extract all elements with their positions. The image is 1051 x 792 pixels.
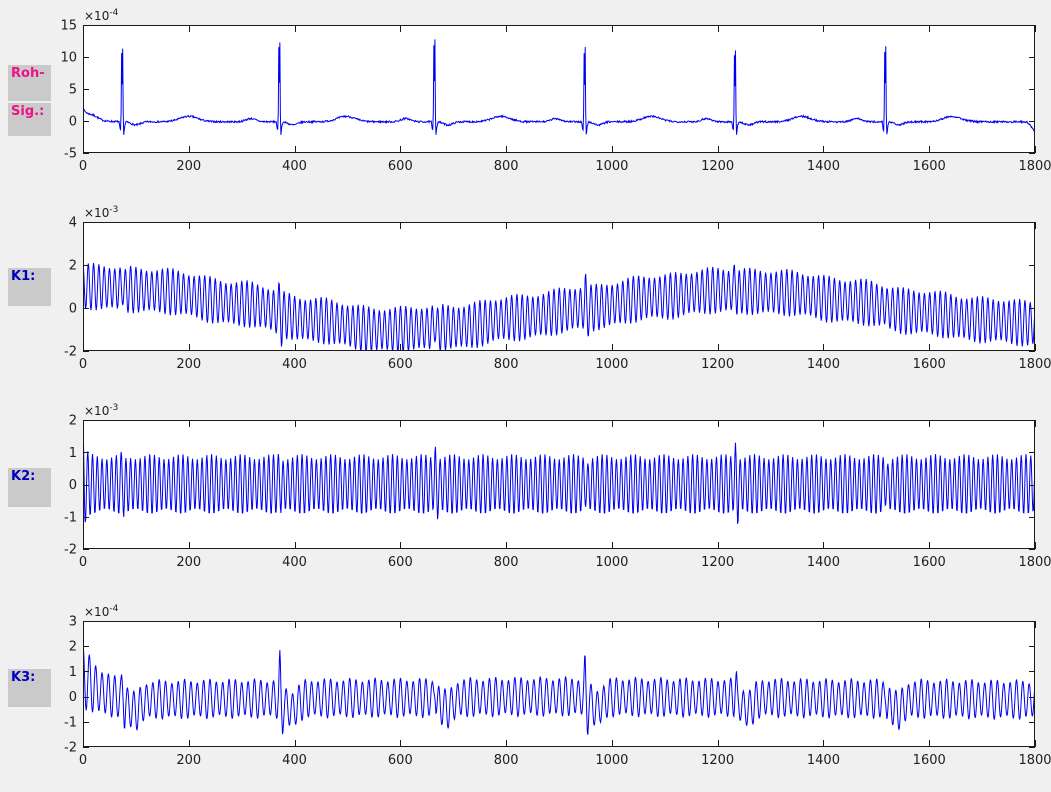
subplot-k1: 020040060080010001200140016001800-2024×1… — [0, 204, 1051, 377]
y-tick-label: 3 — [69, 615, 77, 630]
x-tick-label: 1600 — [913, 555, 946, 570]
x-tick-label: 600 — [388, 753, 413, 768]
x-tick-label: 800 — [494, 555, 519, 570]
x-tick-label: 800 — [494, 753, 519, 768]
x-tick-label: 1600 — [913, 159, 946, 174]
x-tick-label: 1200 — [701, 357, 734, 372]
y-tick-label: -1 — [64, 715, 77, 730]
signal-figure: 020040060080010001200140016001800-505101… — [0, 0, 1051, 792]
y-tick-label: 2 — [69, 640, 77, 655]
x-tick-label: 400 — [282, 357, 307, 372]
y-tick-label: 1 — [69, 446, 77, 461]
x-tick-label: 1000 — [595, 159, 628, 174]
x-tick-label: 0 — [79, 159, 87, 174]
x-tick-label: 1800 — [1018, 555, 1051, 570]
x-tick-label: 1000 — [595, 555, 628, 570]
y-tick-label: 0 — [69, 302, 77, 317]
x-tick-label: 0 — [79, 357, 87, 372]
x-tick-label: 1000 — [595, 357, 628, 372]
x-tick-label: 800 — [494, 357, 519, 372]
x-tick-label: 1800 — [1018, 159, 1051, 174]
k1-plot-canvas: 020040060080010001200140016001800-2024×1… — [0, 204, 1051, 377]
x-tick-label: 600 — [388, 555, 413, 570]
k1-y-axis-exponent: ×10-3 — [84, 205, 118, 220]
x-tick-label: 1200 — [701, 753, 734, 768]
x-tick-label: 200 — [176, 753, 201, 768]
k3-y-tick-labels: -2 -1 0 1 2 3 — [64, 615, 77, 756]
y-tick-label: 0 — [69, 115, 77, 130]
roh-sig-x-tick-labels: 0 200 400 600 800 1000 1200 1400 1600 1800 — [79, 159, 1051, 174]
y-tick-label: 10 — [60, 51, 77, 66]
y-tick-label: 4 — [69, 216, 77, 231]
label-k1: K1: — [8, 268, 51, 306]
k1-x-tick-labels: 0 200 400 600 800 1000 1200 1400 1600 1800 — [79, 357, 1051, 372]
x-tick-label: 1400 — [807, 357, 840, 372]
x-tick-label: 1600 — [913, 753, 946, 768]
x-tick-label: 800 — [494, 159, 519, 174]
k3-plot-canvas: 0 200 400 600 800 1000 1200 1400 1600 1800 -2 -1 0 1 2… — [0, 603, 1051, 773]
y-tick-label: 5 — [69, 83, 77, 98]
label-k2-text: K2: — [11, 469, 35, 484]
k2-plot-canvas: 0 200 400 600 800 1000 1200 1400 1600 1800 -2 -1 0 1 2… — [0, 402, 1051, 575]
subplot-roh-sig: 020040060080010001200140016001800-505101… — [0, 7, 1051, 179]
y-tick-label: -2 — [64, 345, 77, 360]
y-tick-label: -2 — [64, 543, 77, 558]
x-tick-label: 400 — [282, 753, 307, 768]
x-tick-label: 1400 — [807, 555, 840, 570]
roh-sig-plot-canvas: 020040060080010001200140016001800-505101… — [0, 7, 1051, 179]
label-sig: Sig.: — [8, 103, 51, 136]
x-tick-label: 200 — [176, 159, 201, 174]
label-roh-text: Roh- — [11, 66, 45, 81]
x-tick-label: 1400 — [807, 159, 840, 174]
label-k1-text: K1: — [11, 269, 35, 284]
x-tick-label: 1000 — [595, 753, 628, 768]
k2-plot-area — [83, 420, 1035, 549]
label-k2: K2: — [8, 468, 51, 507]
x-tick-label: 1800 — [1018, 357, 1051, 372]
x-tick-label: 1600 — [913, 357, 946, 372]
x-tick-label: 1800 — [1018, 753, 1051, 768]
x-tick-label: 600 — [388, 159, 413, 174]
k2-x-tick-labels: 0 200 400 600 800 1000 1200 1400 1600 1800 — [79, 555, 1051, 570]
label-roh: Roh- — [8, 65, 51, 101]
subplot-k2: 0 200 400 600 800 1000 1200 1400 1600 1800 -2 -1 0 1 2… — [0, 402, 1051, 575]
k2-y-tick-labels: -2 -1 0 1 2 — [64, 414, 77, 558]
y-tick-label: 2 — [69, 414, 77, 429]
k3-x-tick-labels: 0 200 400 600 800 1000 1200 1400 1600 1800 — [79, 753, 1051, 768]
roh-sig-y-axis-exponent: ×10-4 — [84, 8, 119, 23]
roh-sig-y-tick-labels: -5 0 5 10 15 — [60, 19, 77, 162]
x-tick-label: 1400 — [807, 753, 840, 768]
y-tick-label: 2 — [69, 259, 77, 274]
x-tick-label: 600 — [388, 357, 413, 372]
y-tick-label: 15 — [60, 19, 77, 34]
x-tick-label: 1200 — [701, 159, 734, 174]
x-tick-label: 1200 — [701, 555, 734, 570]
y-tick-label: 0 — [69, 478, 77, 493]
x-tick-label: 400 — [282, 555, 307, 570]
y-tick-label: -2 — [64, 741, 77, 756]
k2-y-axis-exponent: ×10-3 — [84, 403, 118, 418]
roh-sig-plot-area — [83, 25, 1035, 153]
label-k3-text: K3: — [11, 670, 35, 685]
label-sig-text: Sig.: — [11, 104, 44, 119]
k3-y-axis-exponent: ×10-4 — [84, 604, 119, 619]
y-tick-label: -1 — [64, 510, 77, 525]
x-tick-label: 400 — [282, 159, 307, 174]
x-tick-label: 0 — [79, 753, 87, 768]
y-tick-label: 1 — [69, 665, 77, 680]
x-tick-label: 200 — [176, 357, 201, 372]
x-tick-label: 0 — [79, 555, 87, 570]
x-tick-label: 200 — [176, 555, 201, 570]
k1-y-tick-labels: -2 0 2 4 — [64, 216, 77, 360]
subplot-k3: 0 200 400 600 800 1000 1200 1400 1600 1800 -2 -1 0 1 2… — [0, 603, 1051, 773]
y-tick-label: -5 — [64, 147, 77, 162]
y-tick-label: 0 — [69, 690, 77, 705]
label-k3: K3: — [8, 669, 51, 707]
